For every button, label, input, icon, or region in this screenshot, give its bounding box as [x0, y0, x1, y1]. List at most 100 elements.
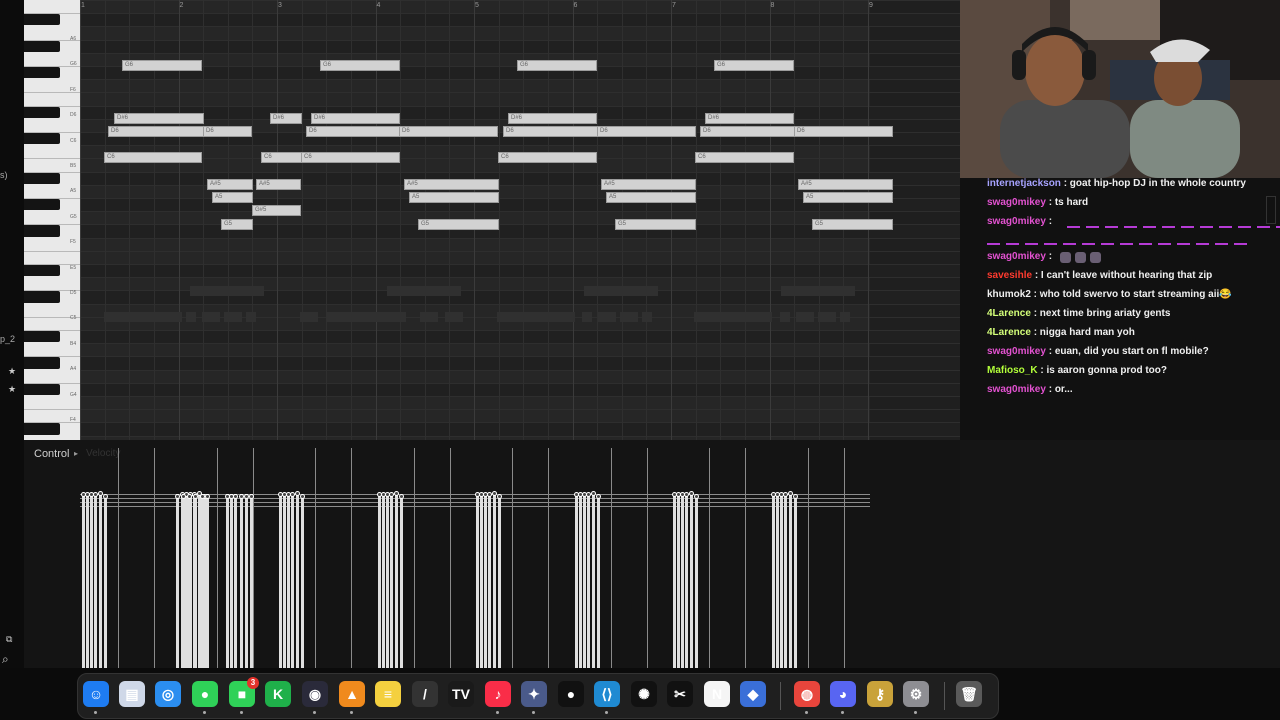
chat-username[interactable]: swag0mikey — [987, 384, 1046, 395]
chat-username[interactable]: swag0mikey — [987, 251, 1046, 262]
piano-black-key[interactable] — [24, 291, 60, 303]
velocity-bar[interactable] — [394, 495, 398, 668]
chat-username[interactable]: swag0mikey — [987, 197, 1046, 208]
midi-note[interactable]: A#5 — [798, 179, 893, 190]
midi-note[interactable]: G5 — [615, 219, 696, 230]
velocity-bar[interactable] — [413, 448, 415, 668]
midi-note[interactable]: A#5 — [256, 179, 301, 190]
midi-note[interactable]: G6 — [320, 60, 400, 71]
midi-note[interactable]: G5 — [418, 219, 499, 230]
velocity-bar[interactable] — [449, 448, 451, 668]
keyboard-maestro-icon[interactable]: K — [265, 681, 291, 707]
chat-username[interactable]: khumok2 — [987, 289, 1031, 300]
midi-note[interactable]: G5 — [812, 219, 893, 230]
box-app-icon[interactable]: ◆ — [740, 681, 766, 707]
vscode-icon[interactable]: ⟨⟩ — [594, 681, 620, 707]
velocity-bar[interactable] — [775, 496, 779, 668]
velocity-bar[interactable] — [480, 496, 483, 668]
facetime-icon[interactable]: ■ 3 — [229, 677, 259, 707]
midi-note[interactable]: A#5 — [601, 179, 696, 190]
keychain-icon[interactable]: ⚷ — [867, 681, 893, 707]
velocity-handle[interactable] — [233, 494, 238, 499]
velocity-bar[interactable] — [99, 495, 102, 668]
control-label[interactable]: Control — [34, 448, 69, 460]
piano-black-key[interactable] — [24, 357, 60, 369]
velocity-bar[interactable] — [118, 448, 119, 668]
velocity-bar[interactable] — [586, 494, 590, 668]
velocity-bar[interactable] — [783, 494, 787, 668]
files-icon[interactable]: ▤ — [119, 681, 145, 707]
velocity-handle[interactable] — [792, 494, 798, 499]
velocity-bar[interactable] — [86, 496, 89, 668]
star-icon[interactable]: ★ — [8, 384, 16, 395]
midi-note[interactable]: G6 — [517, 60, 597, 71]
settings-icon[interactable]: ⚙ — [903, 681, 929, 707]
midi-note[interactable]: D6 — [203, 126, 252, 137]
velocity-bar[interactable] — [377, 494, 381, 668]
control-arrow-icon[interactable]: ▸ — [74, 449, 78, 458]
velocity-bar[interactable] — [574, 494, 578, 668]
chat-username[interactable]: 4Larence — [987, 308, 1031, 319]
piano-black-key[interactable] — [24, 265, 60, 277]
velocity-bar[interactable] — [230, 494, 233, 668]
piano-black-key[interactable] — [24, 225, 60, 237]
velocity-handle[interactable] — [249, 494, 254, 499]
velocity-bar[interactable] — [591, 495, 595, 668]
velocity-bar[interactable] — [182, 494, 185, 668]
midi-note[interactable]: G6 — [122, 60, 202, 71]
velocity-handle[interactable] — [595, 494, 601, 499]
obs-icon[interactable]: ◉ — [302, 681, 328, 707]
velocity-handle[interactable] — [585, 492, 591, 497]
chat-username[interactable]: savesihle — [987, 270, 1032, 281]
velocity-bar[interactable] — [578, 496, 582, 668]
chat-username[interactable]: 4Larence — [987, 327, 1031, 338]
velocity-handle[interactable] — [388, 492, 394, 497]
midi-note[interactable]: D#6 — [270, 113, 302, 124]
midi-note[interactable]: D6 — [597, 126, 696, 137]
velocity-bar[interactable] — [240, 494, 243, 668]
velocity-bar[interactable] — [745, 448, 746, 668]
midi-note[interactable]: A5 — [803, 192, 893, 203]
finder-icon[interactable]: ☺ — [83, 681, 109, 707]
velocity-handle[interactable] — [398, 494, 404, 499]
velocity-bar[interactable] — [245, 494, 248, 668]
velocity-bar[interactable] — [673, 494, 676, 668]
velocity-bar[interactable] — [681, 495, 684, 668]
velocity-bar[interactable] — [287, 495, 290, 668]
midi-note[interactable]: A#5 — [404, 179, 499, 190]
safari-icon[interactable]: ◎ — [155, 681, 181, 707]
velocity-bar[interactable] — [512, 448, 513, 668]
velocity-bar[interactable] — [296, 495, 299, 668]
velocity-bar[interactable] — [695, 496, 698, 668]
chrome-icon[interactable]: ◍ — [794, 681, 820, 707]
velocity-bar[interactable] — [351, 448, 352, 668]
velocity-handle[interactable] — [187, 494, 192, 499]
chat-username[interactable]: Mafioso_K — [987, 365, 1038, 376]
velocity-bar[interactable] — [283, 496, 286, 668]
velocity-bar[interactable] — [399, 496, 403, 668]
velocity-bar[interactable] — [779, 495, 783, 668]
chat-username[interactable]: internetjackson — [987, 178, 1061, 189]
velocity-bar[interactable] — [843, 448, 845, 668]
piano-black-key[interactable] — [24, 40, 60, 52]
velocity-handle[interactable] — [300, 494, 305, 499]
velocity-bar[interactable] — [690, 495, 693, 668]
velocity-bar[interactable] — [188, 494, 191, 668]
velocity-bar[interactable] — [788, 495, 792, 668]
velocity-handle[interactable] — [694, 494, 699, 499]
velocity-bar[interactable] — [646, 448, 648, 668]
midi-note[interactable]: D6 — [503, 126, 599, 137]
velocity-bar[interactable] — [685, 494, 688, 668]
discord-icon[interactable]: ◕ — [830, 681, 856, 707]
velocity-bar[interactable] — [194, 494, 197, 668]
midi-note[interactable]: D6 — [794, 126, 893, 137]
midi-note[interactable]: A5 — [606, 192, 696, 203]
midi-note[interactable]: A5 — [212, 192, 253, 203]
fl-studio-icon[interactable]: ▲ — [339, 681, 365, 707]
note-grid[interactable]: 1 2 3 4 5 6 7 8 9 G6 G6 G6 G6 D#6 D#6 D#6 D#6 D#6 D6 D6 D6 D6… — [80, 0, 960, 440]
velocity-handle[interactable] — [205, 494, 210, 499]
velocity-bar[interactable] — [488, 494, 491, 668]
piano-keyboard[interactable]: A6G6F6D6C6B5A5G5F5E5D5C5B4A4G4F4E4 — [24, 0, 80, 440]
velocity-bar[interactable] — [206, 494, 209, 668]
velocity-handle[interactable] — [590, 491, 596, 496]
